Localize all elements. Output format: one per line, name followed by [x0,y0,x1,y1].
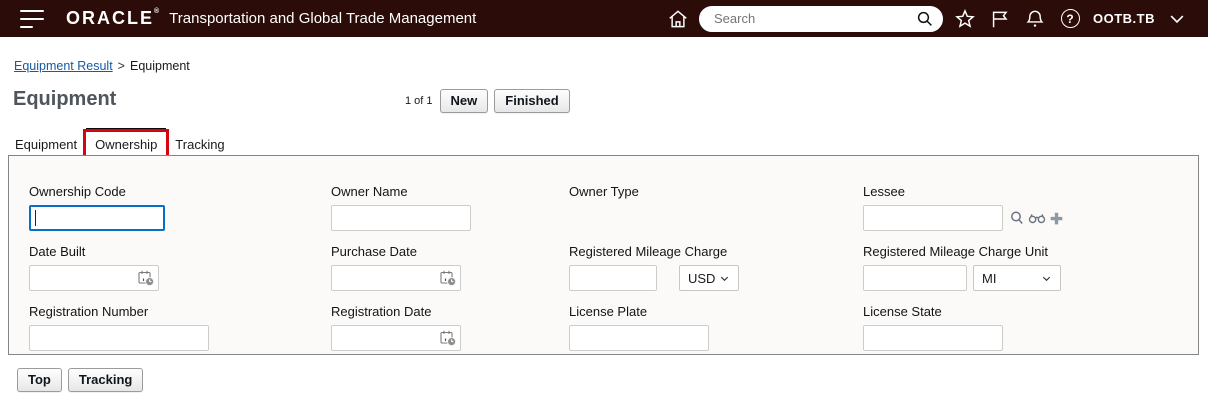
date-built-label: Date Built [29,244,86,259]
ownership-code-input[interactable] [29,205,165,231]
top-button[interactable]: Top [17,368,62,392]
chevron-down-icon[interactable] [1164,6,1190,32]
registration-date-label: Registration Date [331,304,432,319]
breadcrumb: Equipment Result > Equipment [14,59,190,73]
field-license-plate: License Plate [569,304,863,351]
breadcrumb-current: Equipment [129,59,190,73]
currency-select[interactable]: USD [679,265,739,291]
currency-select-value: USD [688,270,716,286]
license-state-label: License State [863,304,942,319]
favorites-star-icon[interactable] [952,6,978,32]
purchase-date-label: Purchase Date [331,244,417,259]
breadcrumb-separator: > [117,59,125,73]
field-registered-mileage-charge-unit: Registered Mileage Charge Unit MI [863,244,1198,291]
lessee-input[interactable] [863,205,1003,231]
lessee-binoculars-icon[interactable] [1028,210,1046,226]
breadcrumb-link-equipment-result[interactable]: Equipment Result [14,59,113,73]
help-icon[interactable]: ? [1057,6,1083,32]
search-icon[interactable] [916,10,934,33]
registration-date-calendar-icon[interactable] [439,329,457,352]
purchase-date-calendar-icon[interactable] [439,269,457,292]
page-title: Equipment [13,88,117,110]
record-counter: 1 of 1 [405,95,433,107]
select-chevron-icon [1042,276,1051,281]
tab-tracking[interactable]: Tracking [166,128,233,157]
page-actions: 1 of 1 New Finished [405,89,576,113]
owner-type-label: Owner Type [569,184,639,199]
tab-ownership[interactable]: Ownership [83,128,170,166]
lessee-search-icon[interactable] [1009,210,1025,226]
registered-mileage-charge-input[interactable] [569,265,657,291]
user-menu[interactable]: OOTB.TB [1093,11,1155,26]
license-plate-input[interactable] [569,325,709,351]
registered-mileage-charge-label: Registered Mileage Charge [569,244,728,259]
app-title: Transportation and Global Trade Manageme… [169,10,477,27]
finished-button[interactable]: Finished [494,89,570,113]
search-input[interactable] [699,5,943,32]
hamburger-menu-icon[interactable] [20,9,46,28]
flag-icon[interactable] [987,6,1013,32]
field-license-state: License State [863,304,1198,351]
license-state-input[interactable] [863,325,1003,351]
registration-number-input[interactable] [29,325,209,351]
oracle-trademark: ® [154,8,160,15]
unit-select[interactable]: MI [973,265,1061,291]
field-owner-name: Owner Name [331,184,569,231]
unit-select-value: MI [982,270,997,286]
field-registration-number: Registration Number [29,304,331,351]
select-chevron-icon [720,276,729,281]
license-plate-label: License Plate [569,304,648,319]
notifications-bell-icon[interactable] [1022,6,1048,32]
owner-name-input[interactable] [331,205,471,231]
field-owner-type: Owner Type [569,184,863,231]
field-date-built: Date Built [29,244,331,291]
lessee-add-icon[interactable] [1049,211,1064,226]
field-purchase-date: Purchase Date [331,244,569,291]
tab-ownership-label: Ownership [95,137,158,152]
field-lessee: Lessee [863,184,1198,231]
oracle-logo: ORACLE® [66,8,160,28]
new-button[interactable]: New [439,89,489,113]
footer-actions: Top Tracking [17,368,149,392]
app-header: ORACLE® Transportation and Global Trade … [0,0,1208,37]
date-built-calendar-icon[interactable] [137,269,155,292]
registered-mileage-charge-unit-label: Registered Mileage Charge Unit [863,244,1048,259]
registration-number-label: Registration Number [29,304,149,319]
field-ownership-code: Ownership Code [29,184,331,231]
owner-name-label: Owner Name [331,184,408,199]
tracking-button[interactable]: Tracking [67,368,144,392]
tab-equipment[interactable]: Equipment [6,128,86,157]
field-registered-mileage-charge: Registered Mileage Charge USD [569,244,863,291]
tab-bar: Equipment Ownership Tracking [6,128,234,166]
ownership-code-label: Ownership Code [29,184,126,199]
text-cursor [35,210,36,226]
lessee-label: Lessee [863,184,905,199]
home-icon[interactable] [665,6,691,32]
ownership-form-panel: Ownership Code Owner Name Owner Type Les… [8,155,1199,355]
field-registration-date: Registration Date [331,304,569,351]
registered-mileage-charge-unit-input[interactable] [863,265,967,291]
